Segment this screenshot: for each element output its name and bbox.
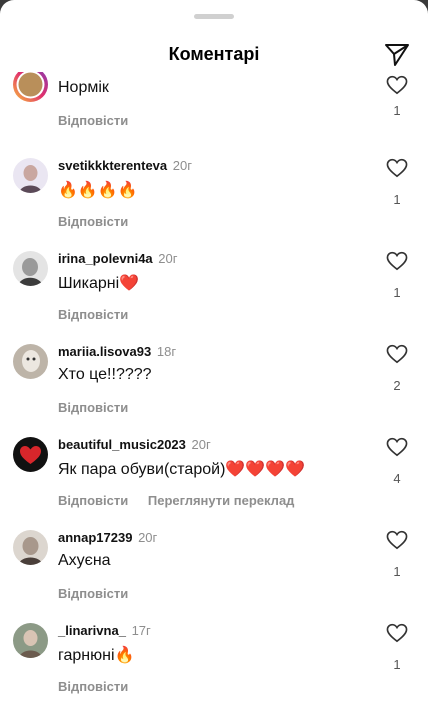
like-button[interactable] [386,530,408,550]
comment-meta: _linarivna_ 17г [58,623,151,638]
like-count: 1 [393,657,401,672]
heart-icon [386,344,408,364]
translate-button[interactable]: Переглянути переклад [148,493,295,508]
comment-text: 🔥🔥🔥🔥 [58,182,138,199]
send-icon [385,44,409,66]
like-button[interactable] [386,75,408,95]
like-button[interactable] [386,158,408,178]
username[interactable]: irina_polevni4a [58,251,153,266]
username[interactable]: beautiful_music2023 [58,437,186,452]
avatar-image [13,158,48,193]
heart-icon [386,158,408,178]
timestamp: 20г [138,530,158,545]
reply-button[interactable]: Відповісти [58,214,128,229]
comment-item: irina_polevni4a 20г Шикарні❤️ Відповісти… [0,251,428,344]
avatar[interactable] [13,623,48,658]
comment-item: _linarivna_ 17г гарнюні🔥 Відповісти 1 [0,623,428,711]
avatar-image [13,251,48,286]
reply-button[interactable]: Відповісти [58,113,128,128]
heart-icon [386,75,408,95]
username[interactable]: mariia.lisova93 [58,344,151,359]
avatar-image [13,344,48,379]
comment-actions: Відповісти [58,307,128,322]
avatar[interactable] [13,344,48,379]
comment-actions: Відповісти [58,113,128,128]
like-button[interactable] [386,623,408,643]
comment-meta: svetikkkterenteva 20г [58,158,192,173]
share-button[interactable] [384,42,410,68]
comment-text: Ахуєна [58,552,111,569]
username[interactable]: annap17239 [58,530,132,545]
comment-actions: Відповісти [58,400,128,415]
comment-text: Як пара обуви(старой)❤️❤️❤️❤️ [58,461,306,478]
like-count: 4 [393,471,401,486]
comment-text: Шикарні❤️ [58,275,140,292]
comment-item: Нормік Відповісти 1 [0,72,428,160]
comment-meta: irina_polevni4a 20г [58,251,177,266]
avatar[interactable] [13,437,48,472]
comment-meta: annap17239 20г [58,530,157,545]
comment-actions: Відповісти [58,679,128,694]
comments-list[interactable]: Нормік Відповісти 1 svetikkkterenteva 20… [0,72,428,711]
avatar[interactable] [13,251,48,286]
heart-icon [386,437,408,457]
heart-icon [386,251,408,271]
comment-item: beautiful_music2023 20г Як пара обуви(ст… [0,437,428,530]
like-button[interactable] [386,437,408,457]
like-count: 2 [393,378,401,393]
reply-button[interactable]: Відповісти [58,493,128,508]
comment-actions: Відповісти [58,214,128,229]
page-title: Коментарі [168,44,260,64]
avatar[interactable] [13,530,48,565]
avatar[interactable] [13,158,48,193]
avatar-image [16,72,45,99]
heart-icon [386,623,408,643]
avatar[interactable] [13,72,48,102]
username[interactable]: _linarivna_ [58,623,126,638]
timestamp: 17г [131,623,151,638]
comment-actions: Відповісти [58,586,128,601]
like-count: 1 [393,285,401,300]
timestamp: 20г [191,437,211,452]
reply-button[interactable]: Відповісти [58,586,128,601]
timestamp: 20г [172,158,192,173]
username[interactable]: svetikkkterenteva [58,158,167,173]
like-count: 1 [393,564,401,579]
heart-icon [386,530,408,550]
timestamp: 18г [156,344,177,359]
comment-text: гарнюні🔥 [58,647,135,664]
reply-button[interactable]: Відповісти [58,679,128,694]
comment-meta: beautiful_music2023 20г [58,437,211,452]
avatar-image [13,437,48,472]
comment-actions: Відповісти Переглянути переклад [58,493,294,508]
comment-item: mariia.lisova93 18г Хто це!!???? Відпові… [0,344,428,437]
comment-item: svetikkkterenteva 20г 🔥🔥🔥🔥 Відповісти 1 [0,158,428,251]
drag-handle[interactable] [194,14,234,19]
comment-text: Нормік [58,79,109,96]
like-count: 1 [393,103,401,118]
like-button[interactable] [386,344,408,364]
reply-button[interactable]: Відповісти [58,307,128,322]
comments-sheet: Коментарі Нормік Відповісти 1 svetikkkte… [0,0,428,711]
comments-header: Коментарі [0,38,428,72]
avatar-image [13,623,48,658]
reply-button[interactable]: Відповісти [58,400,128,415]
comment-meta: mariia.lisova93 18г [58,344,176,359]
comment-text: Хто це!!???? [58,366,152,383]
like-count: 1 [393,192,401,207]
timestamp: 20г [158,251,178,266]
avatar-image [13,530,48,565]
like-button[interactable] [386,251,408,271]
comment-item: annap17239 20г Ахуєна Відповісти 1 [0,530,428,623]
